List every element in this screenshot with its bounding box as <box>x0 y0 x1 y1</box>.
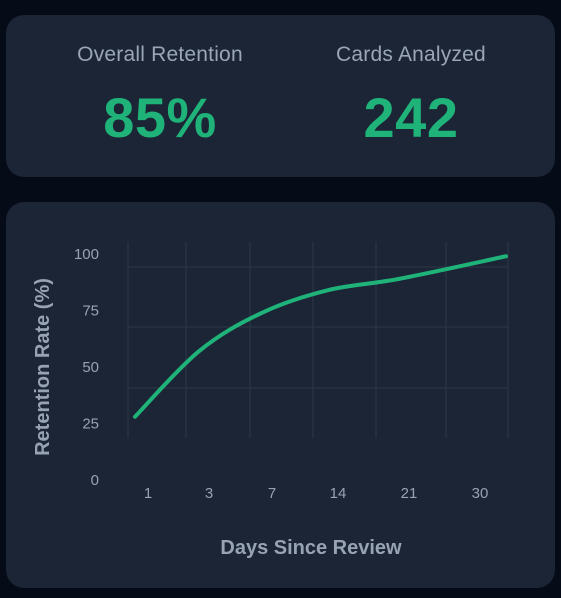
x-tick-label: 30 <box>472 485 489 502</box>
y-tick-labels: 0 25 50 75 100 <box>74 246 99 489</box>
x-tick-label: 21 <box>401 485 418 502</box>
x-tick-label: 14 <box>330 485 347 502</box>
y-tick-label: 25 <box>82 416 99 433</box>
stats-card: Overall Retention 85% Cards Analyzed 242 <box>6 15 555 177</box>
cards-analyzed-value: 242 <box>363 86 459 149</box>
y-tick-label: 75 <box>82 303 99 320</box>
y-axis-label: Retention Rate (%) <box>32 278 54 456</box>
x-tick-label: 7 <box>268 485 276 502</box>
cards-analyzed-label: Cards Analyzed <box>336 43 486 66</box>
y-tick-label: 100 <box>74 246 99 263</box>
overall-retention-value: 85% <box>103 86 217 149</box>
overall-retention-label: Overall Retention <box>77 43 243 66</box>
x-tick-label: 3 <box>205 485 213 502</box>
grid-layer <box>127 242 509 438</box>
retention-series-line <box>133 254 508 419</box>
chart-card: 0 25 50 75 100 1 3 7 14 21 30 Days Since Review R… <box>6 202 555 588</box>
y-tick-label: 50 <box>82 359 99 376</box>
x-tick-label: 1 <box>144 485 152 502</box>
y-tick-label: 0 <box>91 472 99 489</box>
x-tick-labels: 1 3 7 14 21 30 <box>144 485 489 502</box>
retention-chart: 0 25 50 75 100 1 3 7 14 21 30 Days Since Review R… <box>32 242 509 559</box>
x-axis-label: Days Since Review <box>220 537 402 559</box>
